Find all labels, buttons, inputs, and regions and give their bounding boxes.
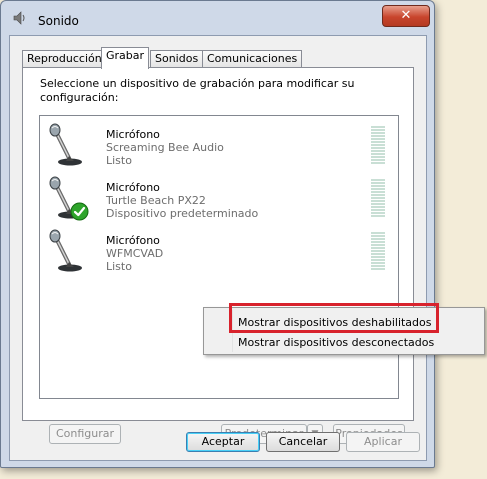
level-meter-icon <box>371 126 385 165</box>
device-list[interactable]: Micrófono Screaming Bee Audio Listo Micr… <box>39 115 399 399</box>
speaker-icon <box>13 11 25 25</box>
microphone-icon <box>49 123 82 166</box>
green-check-icon <box>70 202 89 221</box>
device-name: Micrófono <box>106 181 160 194</box>
recording-panel: Seleccione un dispositivo de grabación p… <box>22 67 414 444</box>
tab-grabar[interactable]: Grabar <box>101 47 150 69</box>
level-meter-icon <box>371 232 385 271</box>
title-bar[interactable]: Sonido ✕ <box>1 1 434 35</box>
device-status: Listo <box>106 260 132 273</box>
configure-button[interactable]: Configurar <box>49 424 121 444</box>
device-item[interactable]: Micrófono Screaming Bee Audio Listo <box>40 120 396 172</box>
device-item[interactable]: Micrófono Turtle Beach PX22 Dispositivo … <box>40 173 396 225</box>
highlight-box <box>229 303 439 333</box>
device-subtitle: WFMCVAD <box>106 247 164 260</box>
instruction-text: Seleccione un dispositivo de grabación p… <box>40 77 355 104</box>
tab-sonidos[interactable]: Sonidos <box>150 50 204 68</box>
cancel-button[interactable]: Cancelar <box>266 432 340 452</box>
sound-dialog: Sonido ✕ Reproducción Grabar Sonidos Com… <box>0 0 435 468</box>
level-meter-icon <box>371 179 385 218</box>
device-name: Micrófono <box>106 234 160 247</box>
close-button[interactable]: ✕ <box>382 5 430 27</box>
tab-comunicaciones[interactable]: Comunicaciones <box>202 50 303 68</box>
device-name: Micrófono <box>106 128 160 141</box>
device-status: Dispositivo predeterminado <box>106 207 259 220</box>
device-item[interactable]: Micrófono WFMCVAD Listo <box>40 226 396 278</box>
menu-item-show-disconnected[interactable]: Mostrar dispositivos desconectados <box>238 336 434 349</box>
device-status: Listo <box>106 154 132 167</box>
close-icon: ✕ <box>400 8 412 23</box>
dialog-client: Reproducción Grabar Sonidos Comunicacion… <box>9 35 427 461</box>
window-title: Sonido <box>38 14 79 28</box>
device-subtitle: Turtle Beach PX22 <box>106 194 206 207</box>
device-subtitle: Screaming Bee Audio <box>106 141 224 154</box>
apply-button[interactable]: Aplicar <box>346 432 420 452</box>
tab-reproduccion[interactable]: Reproducción <box>22 50 107 68</box>
ok-button[interactable]: Aceptar <box>186 432 260 452</box>
microphone-icon <box>49 229 82 272</box>
